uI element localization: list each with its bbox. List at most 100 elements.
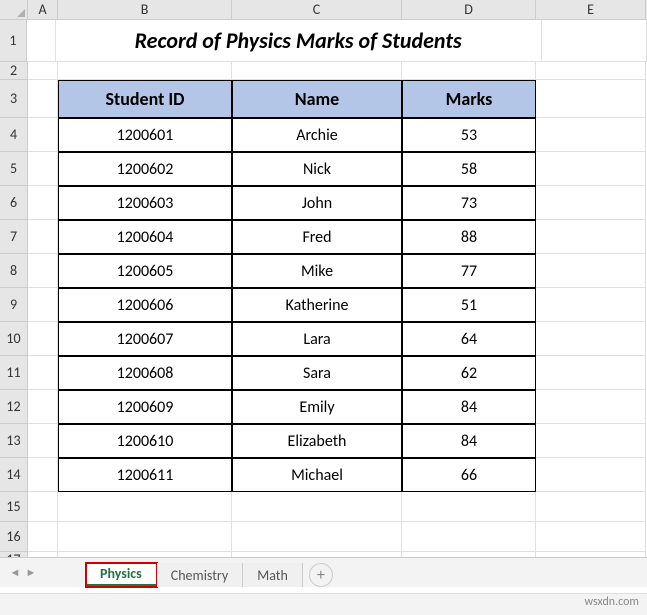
- cell-E11[interactable]: [536, 356, 646, 390]
- table-row[interactable]: Elizabeth: [232, 424, 402, 458]
- table-row[interactable]: 1200606: [58, 288, 232, 322]
- row-header-2[interactable]: 2: [0, 62, 28, 80]
- cell-A11[interactable]: [28, 356, 58, 390]
- add-sheet-button[interactable]: +: [309, 563, 333, 587]
- table-header-name[interactable]: Name: [232, 80, 402, 118]
- table-row[interactable]: Emily: [232, 390, 402, 424]
- table-row[interactable]: 1200604: [58, 220, 232, 254]
- cell-A14[interactable]: [28, 458, 58, 492]
- cell-E5[interactable]: [536, 152, 646, 186]
- row-header-15[interactable]: 15: [0, 492, 28, 522]
- row-header-12[interactable]: 12: [0, 390, 28, 424]
- tab-math[interactable]: Math: [243, 563, 303, 587]
- horizontal-scrollbar[interactable]: [0, 593, 647, 615]
- row-header-16[interactable]: 16: [0, 522, 28, 552]
- row-header-6[interactable]: 6: [0, 186, 28, 220]
- cell-E8[interactable]: [536, 254, 646, 288]
- table-row[interactable]: 1200609: [58, 390, 232, 424]
- table-row[interactable]: Archie: [232, 118, 402, 152]
- row-header-1[interactable]: 1: [0, 20, 27, 62]
- title-cell[interactable]: Record of Physics Marks of Students: [56, 20, 542, 62]
- cell-E13[interactable]: [536, 424, 646, 458]
- row-header-4[interactable]: 4: [0, 118, 28, 152]
- tab-chemistry[interactable]: Chemistry: [157, 563, 243, 587]
- table-header-marks[interactable]: Marks: [402, 80, 536, 118]
- table-header-id[interactable]: Student ID: [58, 80, 232, 118]
- cell-E1[interactable]: [542, 20, 647, 62]
- row-header-11[interactable]: 11: [0, 356, 28, 390]
- cell-A5[interactable]: [28, 152, 58, 186]
- cell-E10[interactable]: [536, 322, 646, 356]
- table-row[interactable]: 1200605: [58, 254, 232, 288]
- cell-A1[interactable]: [27, 20, 56, 62]
- table-row[interactable]: Lara: [232, 322, 402, 356]
- cell-C16[interactable]: [232, 522, 402, 552]
- table-row[interactable]: 1200611: [58, 458, 232, 492]
- table-row[interactable]: 1200610: [58, 424, 232, 458]
- row-header-8[interactable]: 8: [0, 254, 28, 288]
- row-header-14[interactable]: 14: [0, 458, 28, 492]
- cell-E15[interactable]: [536, 492, 646, 522]
- table-row[interactable]: 77: [402, 254, 536, 288]
- table-row[interactable]: Mike: [232, 254, 402, 288]
- cell-D2[interactable]: [402, 62, 536, 80]
- table-row[interactable]: 64: [402, 322, 536, 356]
- select-all-corner[interactable]: [0, 0, 28, 20]
- table-row[interactable]: Michael: [232, 458, 402, 492]
- table-row[interactable]: 58: [402, 152, 536, 186]
- cell-A12[interactable]: [28, 390, 58, 424]
- cell-A10[interactable]: [28, 322, 58, 356]
- table-row[interactable]: 1200603: [58, 186, 232, 220]
- cell-A13[interactable]: [28, 424, 58, 458]
- cell-A16[interactable]: [28, 522, 58, 552]
- cell-E6[interactable]: [536, 186, 646, 220]
- cell-B15[interactable]: [58, 492, 232, 522]
- cell-E12[interactable]: [536, 390, 646, 424]
- tab-physics[interactable]: Physics: [86, 563, 157, 587]
- cell-A7[interactable]: [28, 220, 58, 254]
- col-header-A[interactable]: A: [28, 0, 58, 19]
- cell-D15[interactable]: [402, 492, 536, 522]
- cell-A9[interactable]: [28, 288, 58, 322]
- cell-B2[interactable]: [58, 62, 232, 80]
- table-row[interactable]: Sara: [232, 356, 402, 390]
- table-row[interactable]: 62: [402, 356, 536, 390]
- cell-A3[interactable]: [28, 80, 58, 118]
- cell-B16[interactable]: [58, 522, 232, 552]
- table-row[interactable]: Fred: [232, 220, 402, 254]
- table-row[interactable]: 1200607: [58, 322, 232, 356]
- cell-E7[interactable]: [536, 220, 646, 254]
- row-header-9[interactable]: 9: [0, 288, 28, 322]
- row-header-5[interactable]: 5: [0, 152, 28, 186]
- table-row[interactable]: 51: [402, 288, 536, 322]
- cell-E9[interactable]: [536, 288, 646, 322]
- tab-nav-right-icon[interactable]: ►: [24, 566, 38, 580]
- row-header-10[interactable]: 10: [0, 322, 28, 356]
- cell-E16[interactable]: [536, 522, 646, 552]
- cell-A8[interactable]: [28, 254, 58, 288]
- table-row[interactable]: 1200602: [58, 152, 232, 186]
- cell-A6[interactable]: [28, 186, 58, 220]
- cell-D16[interactable]: [402, 522, 536, 552]
- table-row[interactable]: John: [232, 186, 402, 220]
- cell-A15[interactable]: [28, 492, 58, 522]
- cell-A2[interactable]: [28, 62, 58, 80]
- table-row[interactable]: 1200601: [58, 118, 232, 152]
- table-row[interactable]: Katherine: [232, 288, 402, 322]
- cell-E4[interactable]: [536, 118, 646, 152]
- table-row[interactable]: 84: [402, 424, 536, 458]
- cell-A4[interactable]: [28, 118, 58, 152]
- table-row[interactable]: 88: [402, 220, 536, 254]
- table-row[interactable]: Nick: [232, 152, 402, 186]
- row-header-3[interactable]: 3: [0, 80, 28, 118]
- col-header-C[interactable]: C: [232, 0, 402, 19]
- table-row[interactable]: 84: [402, 390, 536, 424]
- col-header-B[interactable]: B: [58, 0, 232, 19]
- cell-C15[interactable]: [232, 492, 402, 522]
- tab-nav-left-icon[interactable]: ◄: [8, 566, 22, 580]
- row-header-7[interactable]: 7: [0, 220, 28, 254]
- table-row[interactable]: 53: [402, 118, 536, 152]
- cell-E2[interactable]: [536, 62, 646, 80]
- table-row[interactable]: 73: [402, 186, 536, 220]
- col-header-E[interactable]: E: [536, 0, 646, 19]
